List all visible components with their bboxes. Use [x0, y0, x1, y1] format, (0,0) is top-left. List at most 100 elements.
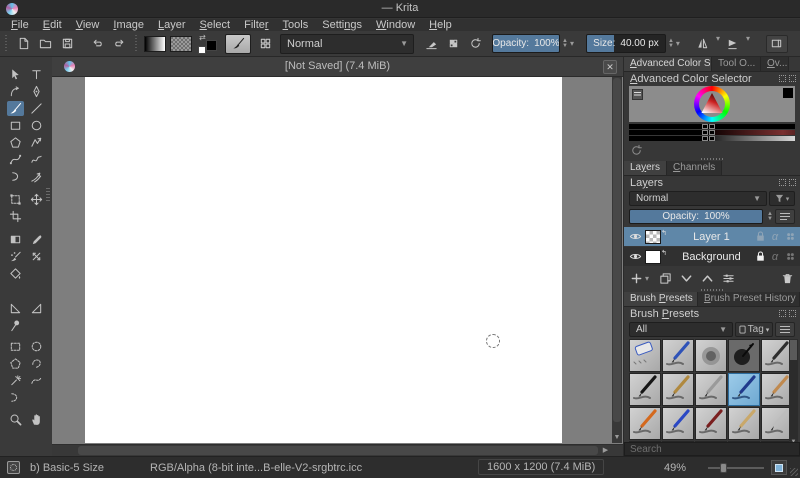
tool-select-freehand[interactable] — [28, 356, 45, 371]
tool-zoom[interactable] — [7, 412, 24, 427]
brush-preset-2[interactable] — [695, 339, 727, 372]
tool-polygon[interactable] — [7, 135, 24, 150]
mirror-horizontal-icon[interactable] — [692, 34, 714, 54]
tool-select-wand[interactable] — [7, 373, 24, 388]
scrollbar-thumb[interactable] — [613, 78, 621, 422]
menu-tools[interactable]: Tools — [276, 19, 316, 31]
open-icon[interactable] — [34, 34, 56, 54]
close-docker-icon[interactable] — [789, 75, 796, 82]
tab-brush-preset-history[interactable]: Brush Preset History — [698, 292, 800, 306]
brush-preset-13[interactable] — [728, 407, 760, 440]
float-docker-icon[interactable] — [779, 179, 786, 186]
tool-pan[interactable] — [28, 412, 45, 427]
foreground-background-colors[interactable]: ⇄ — [197, 34, 219, 54]
tool-polyline[interactable] — [28, 135, 45, 150]
tool-multibrush[interactable] — [28, 169, 45, 184]
tool-select-poly[interactable] — [7, 356, 24, 371]
layer-thumbnail[interactable] — [645, 230, 661, 244]
tool-fill[interactable] — [7, 266, 24, 281]
scrollbar-thumb[interactable] — [78, 446, 598, 455]
zoom-slider-handle[interactable] — [720, 463, 727, 473]
save-icon[interactable] — [56, 34, 78, 54]
tool-select-bezier[interactable] — [28, 373, 45, 388]
preset-view-mode-button[interactable] — [775, 322, 795, 337]
tab-advanced-color-s-[interactable]: Advanced Color S... — [624, 57, 712, 71]
workspace-icon[interactable] — [770, 37, 783, 50]
tool-measure[interactable] — [28, 301, 45, 316]
eraser-icon[interactable] — [420, 34, 442, 54]
undo-icon[interactable] — [86, 34, 108, 54]
chevron-down-icon[interactable]: ▾ — [645, 274, 649, 283]
background-color-swatch[interactable] — [198, 46, 206, 54]
float-docker-icon[interactable] — [779, 310, 786, 317]
tab-layers[interactable]: Layers — [624, 161, 667, 175]
move-layer-down-button[interactable] — [680, 270, 693, 286]
close-docker-icon[interactable] — [789, 179, 796, 186]
menu-image[interactable]: Image — [106, 19, 151, 31]
brush-preset-6[interactable] — [662, 373, 694, 406]
brush-presets-grid-icon[interactable] — [259, 37, 272, 50]
refresh-colors-icon[interactable] — [630, 144, 644, 157]
size-slider[interactable]: Size:40.00 px — [586, 34, 666, 53]
tool-crop[interactable] — [7, 209, 24, 224]
close-docker-icon[interactable] — [789, 310, 796, 317]
chevron-down-icon[interactable]: ▾ — [570, 39, 574, 48]
reload-icon[interactable] — [464, 34, 486, 54]
layer-filter-button[interactable]: ▾ — [769, 191, 795, 206]
pattern-chooser[interactable] — [170, 36, 192, 52]
scrollbar-thumb[interactable] — [790, 340, 797, 360]
tag-button[interactable]: Tag ▾ — [735, 322, 773, 337]
layer-lock-icon[interactable] — [754, 250, 766, 263]
layer-view-properties-button[interactable] — [775, 209, 795, 224]
tool-text[interactable] — [28, 67, 45, 82]
blending-mode-dropdown[interactable]: Normal ▼ — [280, 34, 414, 54]
tab-tool-o-[interactable]: Tool O... — [712, 57, 761, 71]
mirror-vertical-icon[interactable] — [722, 34, 744, 54]
tool-bezier[interactable] — [7, 152, 24, 167]
brush-preset-8[interactable] — [728, 373, 760, 406]
menu-edit[interactable]: Edit — [36, 19, 69, 31]
canvas[interactable] — [85, 77, 562, 443]
zoom-slider[interactable] — [708, 467, 764, 469]
preset-scrollbar[interactable]: ▼ — [789, 339, 798, 447]
workspace-chooser-button[interactable] — [766, 35, 788, 53]
hue-ring[interactable] — [694, 86, 730, 122]
layer-row-background[interactable]: ↰Backgroundα — [624, 247, 800, 266]
new-doc-icon[interactable] — [12, 34, 34, 54]
alpha-lock-icon[interactable]: α — [769, 231, 781, 243]
layer-thumbnail[interactable] — [645, 250, 661, 264]
last-color-swatch[interactable] — [783, 88, 793, 98]
tool-select-ellipse[interactable] — [28, 339, 45, 354]
float-docker-icon[interactable] — [779, 75, 786, 82]
opacity-slider[interactable]: Opacity:100% — [492, 34, 560, 53]
toolbar-drag-handle[interactable] — [3, 35, 9, 53]
tool-transform[interactable] — [7, 192, 24, 207]
brush-preset-1[interactable] — [662, 339, 694, 372]
tool-line[interactable] — [28, 101, 45, 116]
preset-search-input[interactable] — [624, 442, 800, 456]
layer-blending-mode-dropdown[interactable]: Normal ▼ — [629, 191, 767, 206]
layer-lock-icon[interactable] — [754, 230, 766, 243]
opacity-spinner[interactable]: ▲▼ — [562, 39, 568, 49]
brush-preset-5[interactable] — [629, 373, 661, 406]
canvas-only-mode-button[interactable] — [771, 460, 787, 475]
tool-edit-shapes[interactable] — [7, 84, 24, 99]
layer-visibility-icon[interactable] — [629, 230, 645, 243]
zoom-percentage[interactable]: 49% — [664, 462, 686, 474]
redo-icon[interactable] — [108, 34, 130, 54]
move-layer-up-button[interactable] — [701, 270, 714, 286]
duplicate-layer-button[interactable] — [659, 270, 672, 286]
canvas-vertical-scrollbar[interactable]: ▼ — [612, 77, 622, 443]
tool-dynamic-brush[interactable] — [7, 169, 24, 184]
inherit-alpha-icon[interactable] — [784, 250, 796, 263]
layer-row-layer-1[interactable]: ↰Layer 1α — [624, 227, 800, 246]
tab-channels[interactable]: Channels — [667, 161, 722, 175]
menu-view[interactable]: View — [69, 19, 107, 31]
tool-color-sampler[interactable] — [28, 232, 45, 247]
tool-colorize-mask[interactable] — [7, 249, 24, 264]
toolbox-splitter-handle[interactable] — [46, 188, 50, 202]
tool-select-magnetic[interactable] — [7, 390, 24, 405]
tool-select-rect[interactable] — [7, 339, 24, 354]
layer-visibility-icon[interactable] — [629, 250, 645, 263]
brush-preset-7[interactable] — [695, 373, 727, 406]
